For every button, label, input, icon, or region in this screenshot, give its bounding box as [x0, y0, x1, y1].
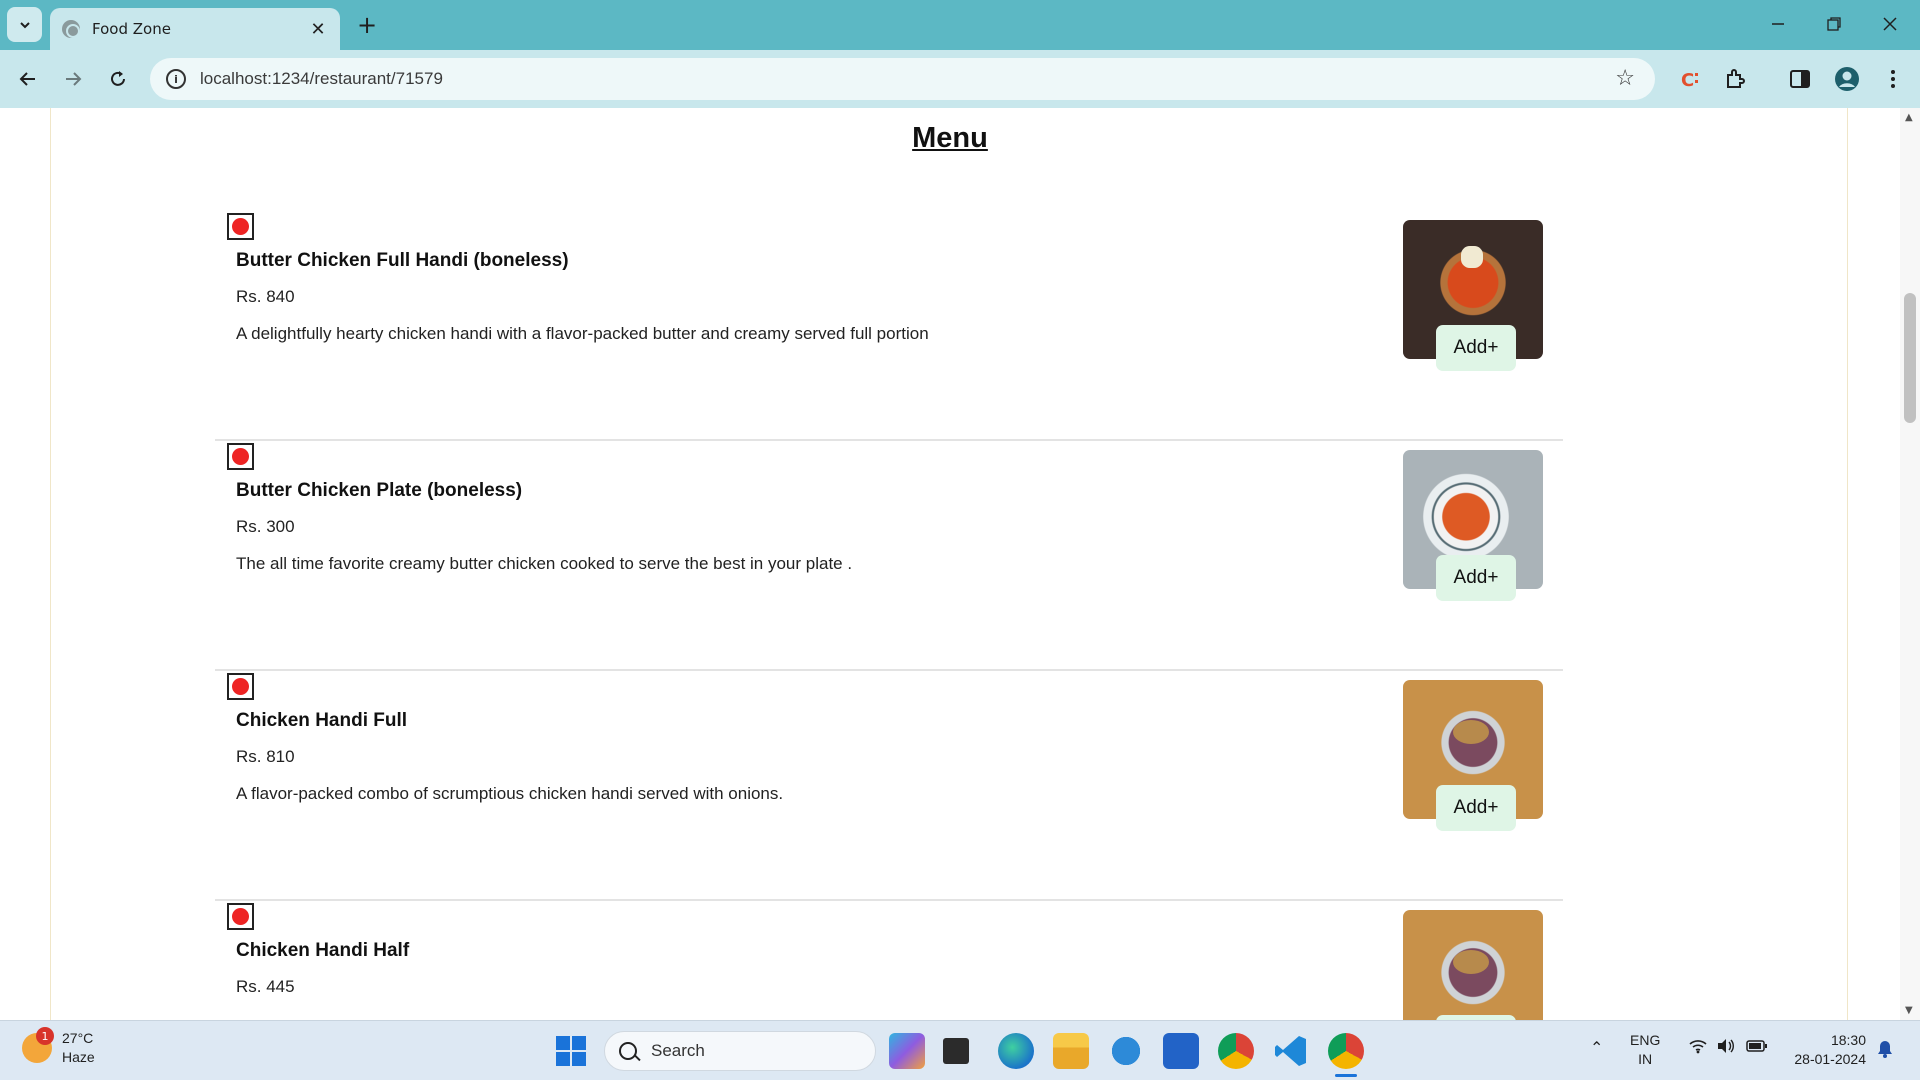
region-code: IN — [1638, 1051, 1653, 1067]
back-button[interactable] — [10, 61, 46, 97]
non-veg-indicator-icon — [227, 903, 254, 930]
restore-button[interactable] — [1814, 8, 1854, 40]
help-app-icon[interactable] — [1108, 1033, 1144, 1069]
add-to-cart-button[interactable]: Add+ — [1436, 555, 1516, 601]
site-info-icon[interactable]: i — [166, 69, 186, 89]
chrome-app-icon[interactable] — [1218, 1033, 1254, 1069]
browser-tab-active[interactable]: Food Zone ✕ — [50, 8, 340, 50]
close-icon — [1883, 17, 1897, 31]
item-description: The all time favorite creamy butter chic… — [236, 554, 853, 573]
menu-item: Chicken Handi Full Rs. 810 A flavor-pack… — [215, 671, 1563, 901]
svg-text:C: C — [1681, 70, 1694, 90]
forward-button[interactable] — [55, 61, 91, 97]
add-to-cart-button[interactable]: Add+ — [1436, 785, 1516, 831]
wifi-icon[interactable] — [1688, 1038, 1708, 1059]
item-description: A delightfully hearty chicken handi with… — [236, 324, 929, 343]
windows-taskbar: 1 27°C Haze Search ⌃ ENG IN 18:30 28-01-… — [0, 1020, 1920, 1080]
clock-time: 18:30 — [1830, 1032, 1866, 1048]
browser-toolbar: i localhost:1234/restaurant/71579 ☆ C — [0, 50, 1920, 108]
notifications-bell-icon[interactable] — [1876, 1039, 1894, 1064]
notification-badge: 1 — [36, 1027, 54, 1045]
browser-menu-icon[interactable] — [1878, 64, 1908, 94]
page-scrollbar[interactable]: ▲ ▼ — [1900, 108, 1920, 1020]
menu-item: Butter Chicken Plate (boneless) Rs. 300 … — [215, 441, 1563, 671]
language-indicator[interactable]: ENG IN — [1630, 1031, 1660, 1069]
item-name: Chicken Handi Full — [236, 710, 408, 731]
browser-titlebar: Food Zone ✕ + — [0, 0, 1920, 50]
page-viewport: Menu Butter Chicken Full Handi (boneless… — [0, 108, 1900, 1020]
item-name: Butter Chicken Plate (boneless) — [236, 480, 523, 501]
tab-close-icon[interactable]: ✕ — [308, 19, 328, 40]
scroll-down-arrow-icon[interactable]: ▼ — [1905, 1005, 1913, 1016]
microsoft-store-icon[interactable] — [1163, 1033, 1199, 1069]
minimize-button[interactable] — [1758, 8, 1798, 40]
non-veg-indicator-icon — [227, 673, 254, 700]
scroll-up-arrow-icon[interactable]: ▲ — [1905, 112, 1913, 123]
item-image — [1403, 910, 1543, 1020]
non-veg-indicator-icon — [227, 213, 254, 240]
weather-description: Haze — [62, 1049, 95, 1065]
add-to-cart-button[interactable]: Add+ — [1436, 325, 1516, 371]
item-price: Rs. 840 — [236, 287, 295, 306]
non-veg-indicator-icon — [227, 443, 254, 470]
tab-search-button[interactable] — [7, 7, 42, 42]
close-window-button[interactable] — [1870, 8, 1910, 40]
chrome-profile-app-icon[interactable] — [1328, 1033, 1364, 1069]
item-price: Rs. 300 — [236, 517, 295, 536]
item-price: Rs. 810 — [236, 747, 295, 766]
item-name: Butter Chicken Full Handi (boneless) — [236, 250, 569, 271]
side-panel-icon[interactable] — [1785, 64, 1815, 94]
item-description: A flavor-packed combo of scrumptious chi… — [236, 784, 784, 803]
menu-heading: Menu — [912, 122, 988, 154]
address-bar[interactable]: i localhost:1234/restaurant/71579 ☆ — [150, 58, 1655, 100]
clock[interactable]: 18:30 28-01-2024 — [1788, 1031, 1866, 1069]
vscode-app-icon[interactable] — [1273, 1033, 1309, 1069]
chevron-down-icon — [19, 21, 30, 28]
scrollbar-thumb[interactable] — [1904, 293, 1916, 423]
weather-widget[interactable]: 1 27°C Haze — [22, 1027, 95, 1067]
file-explorer-icon[interactable] — [1053, 1033, 1089, 1069]
weather-sun-icon: 1 — [22, 1027, 54, 1063]
start-button[interactable] — [553, 1033, 589, 1069]
item-price: Rs. 445 — [236, 977, 295, 996]
language-code: ENG — [1630, 1032, 1661, 1048]
edge-dev-app-icon[interactable] — [998, 1033, 1034, 1069]
bookmark-star-icon[interactable]: ☆ — [1615, 66, 1635, 91]
extensions-puzzle-icon[interactable] — [1720, 64, 1750, 94]
show-hidden-icons-chevron-icon[interactable]: ⌃ — [1590, 1039, 1603, 1058]
weather-temperature: 27°C — [62, 1030, 94, 1046]
menu-item: Butter Chicken Full Handi (boneless) Rs.… — [215, 211, 1563, 441]
clock-date: 28-01-2024 — [1794, 1051, 1866, 1067]
arrow-right-icon — [66, 72, 82, 86]
globe-icon — [62, 20, 80, 38]
extension-c-icon[interactable]: C — [1675, 64, 1705, 94]
task-view-icon[interactable] — [943, 1038, 969, 1064]
reload-icon — [111, 71, 125, 86]
reload-button[interactable] — [100, 61, 136, 97]
new-tab-button[interactable]: + — [352, 10, 382, 40]
taskbar-search[interactable]: Search — [604, 1031, 876, 1071]
profile-avatar-icon[interactable] — [1832, 64, 1862, 94]
taskbar-search-label: Search — [651, 1041, 705, 1060]
menu-item: Chicken Handi Half Rs. 445 Add+ — [215, 901, 1563, 1020]
copilot-app-icon[interactable] — [889, 1033, 925, 1069]
item-name: Chicken Handi Half — [236, 940, 410, 961]
arrow-left-icon — [19, 72, 35, 86]
tab-title: Food Zone — [92, 20, 171, 38]
active-app-indicator — [1335, 1074, 1357, 1077]
volume-icon[interactable] — [1716, 1038, 1736, 1059]
minimize-icon — [1772, 23, 1784, 25]
restore-icon — [1827, 17, 1841, 31]
battery-icon[interactable] — [1746, 1039, 1768, 1058]
search-icon — [619, 1042, 637, 1060]
url-text[interactable]: localhost:1234/restaurant/71579 — [200, 69, 443, 89]
